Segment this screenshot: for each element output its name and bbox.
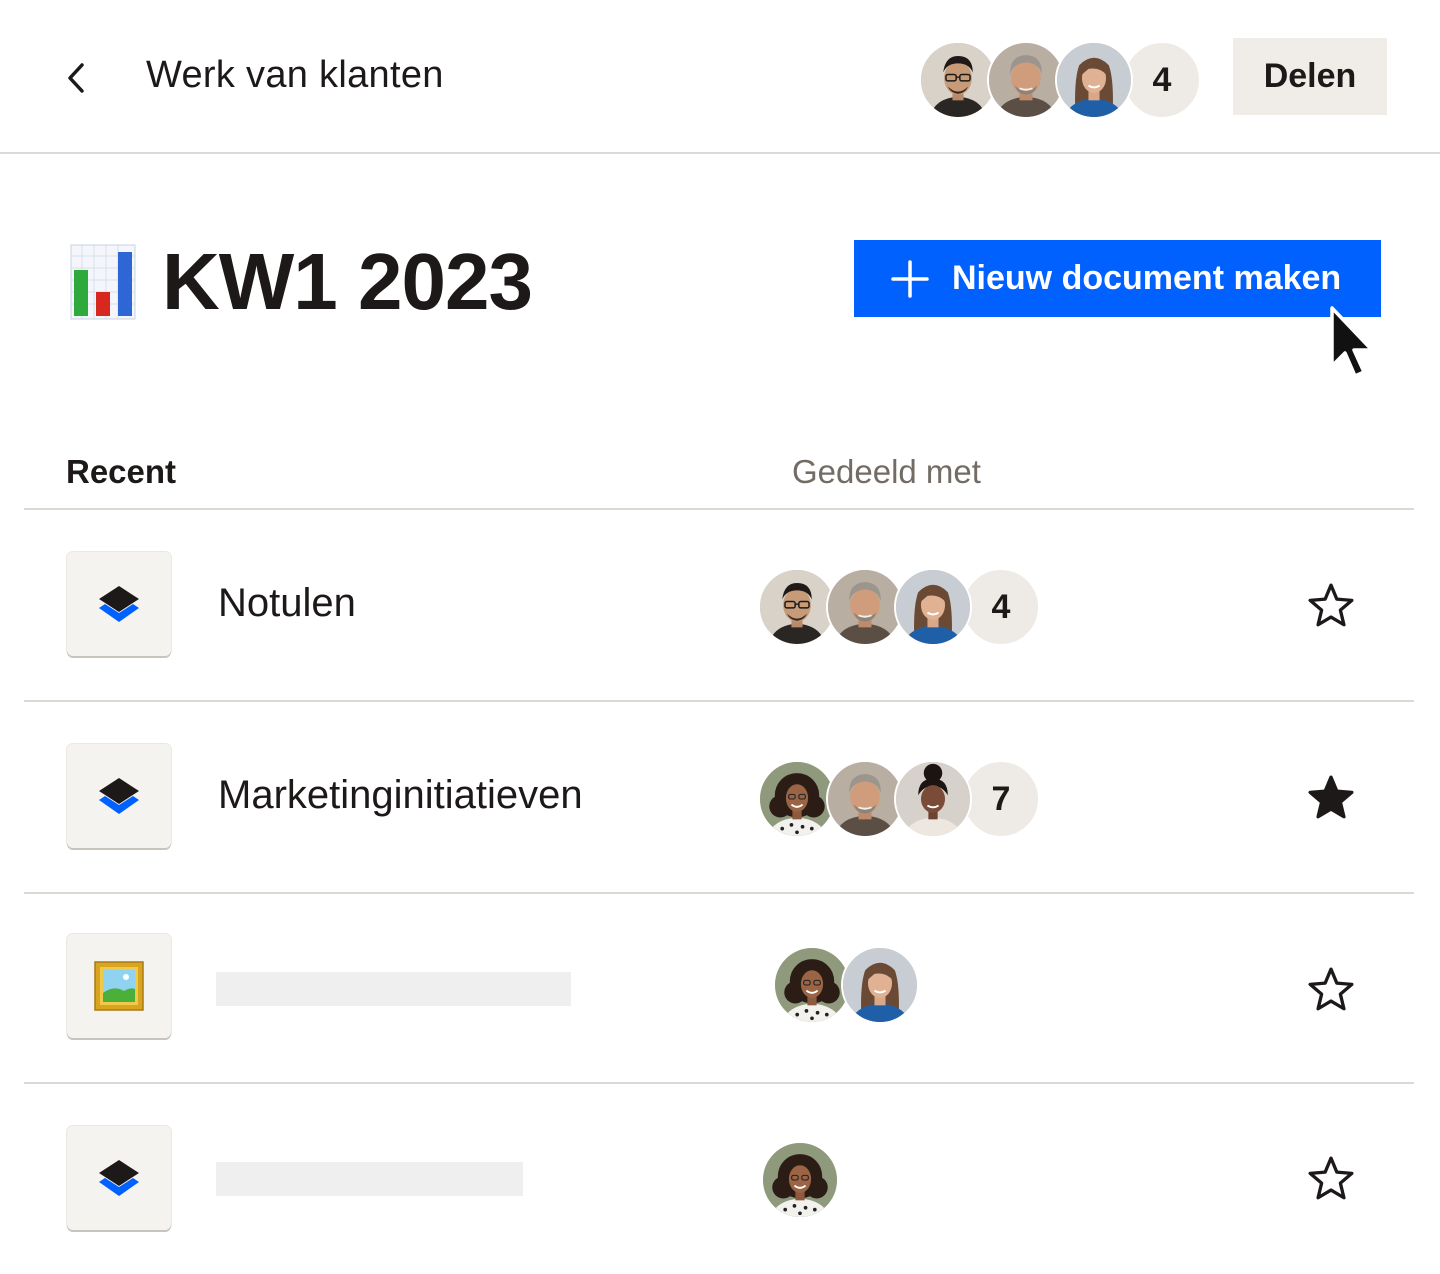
file-name-placeholder bbox=[216, 1162, 523, 1196]
avatar bbox=[758, 760, 836, 838]
new-document-label: Nieuw document maken bbox=[952, 259, 1342, 297]
new-document-button[interactable]: Nieuw document maken bbox=[854, 240, 1381, 317]
file-name[interactable]: Notulen bbox=[218, 578, 356, 628]
star-button[interactable] bbox=[1302, 961, 1360, 1019]
shared-with-stack[interactable] bbox=[761, 1141, 839, 1219]
paper-doc-icon bbox=[67, 1126, 171, 1230]
shared-with-stack[interactable]: 7 bbox=[758, 760, 1040, 838]
shared-count: 7 bbox=[962, 760, 1040, 838]
star-button[interactable] bbox=[1302, 769, 1360, 827]
table-row[interactable]: Marketinginitiatieven 7 bbox=[0, 702, 1440, 892]
avatar bbox=[894, 568, 972, 646]
collaborators-stack[interactable]: 4 bbox=[919, 41, 1201, 119]
avatar bbox=[1055, 41, 1133, 119]
collaborators-count: 4 bbox=[1123, 41, 1201, 119]
column-header-recent[interactable]: Recent bbox=[66, 450, 176, 494]
framed-picture-icon bbox=[67, 934, 171, 1038]
folder-heading: KW1 2023 bbox=[70, 237, 533, 326]
column-header-shared-with: Gedeeld met bbox=[792, 453, 981, 490]
star-outline-icon bbox=[1306, 965, 1356, 1015]
paper-doc-icon bbox=[67, 744, 171, 848]
share-button[interactable]: Delen bbox=[1233, 38, 1387, 115]
star-filled-icon bbox=[1306, 773, 1356, 823]
table-row[interactable]: Notulen 4 bbox=[0, 510, 1440, 700]
avatar bbox=[919, 41, 997, 119]
avatar bbox=[826, 760, 904, 838]
top-bar: Werk van klanten 4 Delen bbox=[0, 0, 1440, 154]
mouse-pointer-icon bbox=[1330, 306, 1374, 378]
star-button[interactable] bbox=[1302, 1150, 1360, 1208]
shared-with-stack[interactable] bbox=[773, 946, 919, 1024]
paper-doc-icon bbox=[67, 552, 171, 656]
star-outline-icon bbox=[1306, 1154, 1356, 1204]
plus-icon bbox=[891, 259, 929, 298]
shared-with-stack[interactable]: 4 bbox=[758, 568, 1040, 646]
avatar bbox=[894, 760, 972, 838]
folder-parent-title: Werk van klanten bbox=[146, 54, 444, 96]
page-title: KW1 2023 bbox=[162, 237, 533, 326]
file-name-placeholder bbox=[216, 972, 571, 1006]
avatar bbox=[758, 568, 836, 646]
file-name[interactable]: Marketinginitiatieven bbox=[218, 770, 583, 820]
star-button[interactable] bbox=[1302, 577, 1360, 635]
shared-count: 4 bbox=[962, 568, 1040, 646]
avatar bbox=[773, 946, 851, 1024]
avatar bbox=[841, 946, 919, 1024]
avatar bbox=[761, 1141, 839, 1219]
avatar bbox=[987, 41, 1065, 119]
avatar bbox=[826, 568, 904, 646]
table-row[interactable] bbox=[0, 894, 1440, 1084]
table-row[interactable] bbox=[0, 1084, 1440, 1274]
star-outline-icon bbox=[1306, 581, 1356, 631]
back-button[interactable] bbox=[56, 54, 96, 102]
chevron-left-icon bbox=[68, 63, 84, 93]
bar-chart-emoji-icon bbox=[70, 244, 136, 320]
